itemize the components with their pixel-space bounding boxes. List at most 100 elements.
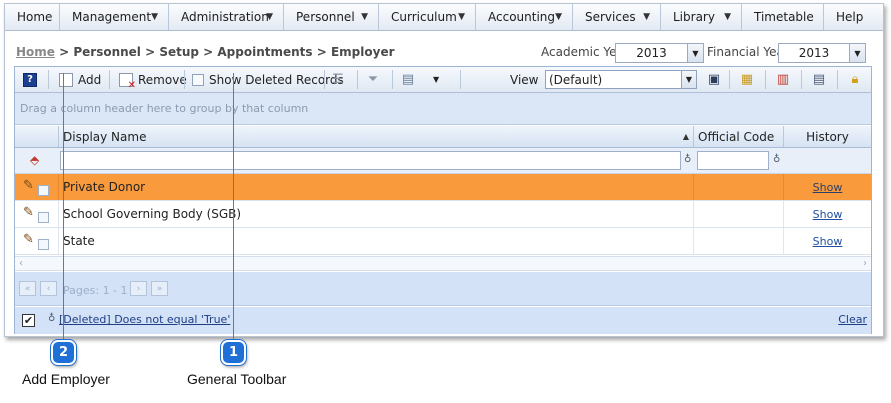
menu-accounting[interactable]: Accounting ▼ xyxy=(476,4,573,30)
chevron-down-icon: ▼ xyxy=(458,12,465,22)
save-view-button[interactable]: ▣ xyxy=(706,67,727,92)
toolbar-divider xyxy=(801,70,802,89)
delete-view-button[interactable]: ▥ xyxy=(775,67,796,92)
toolbar-divider xyxy=(324,70,325,89)
display-name-filter-input[interactable] xyxy=(60,151,681,170)
lock-icon: 🔒︎ xyxy=(851,72,859,87)
toolbar-divider xyxy=(392,70,393,89)
help-button[interactable]: ? xyxy=(23,67,42,92)
pencil-edit-icon[interactable]: ✎ xyxy=(23,232,37,247)
remove-button-label: Remove xyxy=(138,72,187,87)
menu-curriculum[interactable]: Curriculum ▼ xyxy=(379,4,476,30)
delete-view-icon: ▥ xyxy=(776,72,790,87)
financial-year-select[interactable]: 2013 ▼ xyxy=(778,43,866,63)
row-select-checkbox[interactable] xyxy=(38,185,49,196)
export-menu-button[interactable]: ▤ ▼ xyxy=(400,67,439,92)
menu-timetable-label: Timetable xyxy=(754,10,814,24)
new-view-button[interactable]: ▦ xyxy=(739,67,760,92)
chevron-down-icon[interactable]: ▼ xyxy=(687,44,703,62)
menu-services-label: Services xyxy=(585,10,636,24)
menu-management-label: Management xyxy=(72,10,152,24)
filter-expression-link[interactable]: [Deleted] Does not equal 'True' xyxy=(59,313,230,326)
menu-management[interactable]: Management ▼ xyxy=(60,4,169,30)
pencil-edit-icon[interactable]: ✎ xyxy=(23,178,37,193)
menu-administration-label: Administration xyxy=(181,10,269,24)
filter-pin-icon: ♁ xyxy=(48,313,56,324)
add-button[interactable]: Add xyxy=(59,67,101,92)
scroll-right-icon[interactable]: › xyxy=(863,258,867,269)
horizontal-scrollbar[interactable]: ‹ › xyxy=(15,256,871,271)
chevron-down-icon: ▼ xyxy=(361,12,368,22)
toolbar-divider xyxy=(729,70,730,89)
save-icon: ▣ xyxy=(707,72,721,87)
toolbar-divider xyxy=(460,70,461,89)
chevron-down-icon: ▼ xyxy=(266,12,273,22)
filter-status-bar: ✔ ♁ [Deleted] Does not equal 'True' Clea… xyxy=(15,307,871,334)
filter-button[interactable]: ⏷ xyxy=(365,67,386,92)
clear-filter-link[interactable]: Clear xyxy=(838,313,867,326)
pager-bar: « ‹ Pages: 1 - 1 › » xyxy=(15,272,871,306)
header-official-code-label: Official Code xyxy=(698,129,775,144)
table-row[interactable]: ✎ Private Donor Show xyxy=(15,174,871,201)
breadcrumb: Home > Personnel > Setup > Appointments … xyxy=(16,45,395,59)
toolbar-divider xyxy=(357,70,358,89)
breadcrumb-home-link[interactable]: Home xyxy=(16,45,55,59)
official-code-filter-input[interactable] xyxy=(697,151,769,170)
official-code-cell xyxy=(694,228,784,254)
menu-administration[interactable]: Administration ▼ xyxy=(169,4,284,30)
filter-pin-icon[interactable]: ♁ xyxy=(684,154,691,165)
sort-ascending-icon: ▲ xyxy=(682,132,689,141)
view-select[interactable]: (Default) ▼ xyxy=(545,70,697,89)
pencil-edit-icon[interactable]: ✎ xyxy=(23,205,37,220)
view-properties-button[interactable]: ▤ xyxy=(811,67,832,92)
remove-button[interactable]: Remove xyxy=(119,67,187,92)
eraser-icon[interactable]: ⬘ xyxy=(30,153,39,167)
row-command-cell: ✎ xyxy=(15,228,59,254)
show-history-link[interactable]: Show xyxy=(813,181,843,194)
previous-page-icon[interactable]: ‹ xyxy=(40,281,57,296)
general-toolbar: ? Add Remove Show Deleted Records ☰ ⏷ ▤▼… xyxy=(15,67,871,93)
last-page-icon[interactable]: » xyxy=(151,281,168,296)
menu-help[interactable]: Help xyxy=(824,4,883,30)
menu-timetable[interactable]: Timetable xyxy=(742,4,824,30)
financial-year-value: 2013 xyxy=(798,46,830,60)
toolbar-divider xyxy=(184,70,185,89)
show-history-link[interactable]: Show xyxy=(813,208,843,221)
first-page-icon[interactable]: « xyxy=(19,281,36,296)
menu-library[interactable]: Library ▼ xyxy=(661,4,742,30)
chevron-down-icon[interactable]: ▼ xyxy=(849,44,865,62)
column-chooser-button[interactable]: ☰ xyxy=(330,67,351,92)
menu-personnel[interactable]: Personnel ▼ xyxy=(284,4,379,30)
menu-home-label: Home xyxy=(17,10,53,24)
row-select-checkbox[interactable] xyxy=(38,239,49,250)
show-history-link[interactable]: Show xyxy=(813,235,843,248)
chevron-down-icon[interactable]: ▼ xyxy=(681,71,696,88)
table-row[interactable]: ✎ State Show xyxy=(15,228,871,255)
header-history-label: History xyxy=(806,129,849,144)
table-row[interactable]: ✎ School Governing Body (SGB) Show xyxy=(15,201,871,228)
add-button-label: Add xyxy=(78,72,102,87)
header-official-code[interactable]: Official Code xyxy=(694,126,784,147)
scroll-left-icon[interactable]: ‹ xyxy=(19,258,23,269)
caption-add-employer: Add Employer xyxy=(22,371,110,387)
filter-enabled-checkbox[interactable]: ✔ xyxy=(22,314,35,327)
show-deleted-records-toggle[interactable]: Show Deleted Records xyxy=(192,67,344,92)
filter-pin-icon[interactable]: ♁ xyxy=(773,154,780,165)
main-menu-bar: Home Management ▼ Administration ▼ Personn… xyxy=(5,4,883,31)
checkbox-icon[interactable] xyxy=(192,73,204,86)
menu-home[interactable]: Home xyxy=(5,4,60,30)
lock-button[interactable]: 🔒︎ xyxy=(847,67,868,92)
display-name-cell: State xyxy=(59,228,694,254)
display-name-cell: Private Donor xyxy=(59,174,694,200)
header-command-column xyxy=(15,126,59,147)
columns-icon: ☰ xyxy=(332,72,344,87)
group-by-area[interactable]: Drag a column header here to group by th… xyxy=(15,93,871,125)
row-select-checkbox[interactable] xyxy=(38,212,49,223)
toolbar-divider xyxy=(765,70,766,89)
menu-services[interactable]: Services ▼ xyxy=(573,4,661,30)
academic-year-select[interactable]: 2013 ▼ xyxy=(615,43,704,63)
menu-library-label: Library xyxy=(673,10,715,24)
header-display-name[interactable]: Display Name ▲ xyxy=(59,126,694,147)
next-page-icon[interactable]: › xyxy=(130,281,147,296)
new-view-icon: ▦ xyxy=(740,72,754,87)
